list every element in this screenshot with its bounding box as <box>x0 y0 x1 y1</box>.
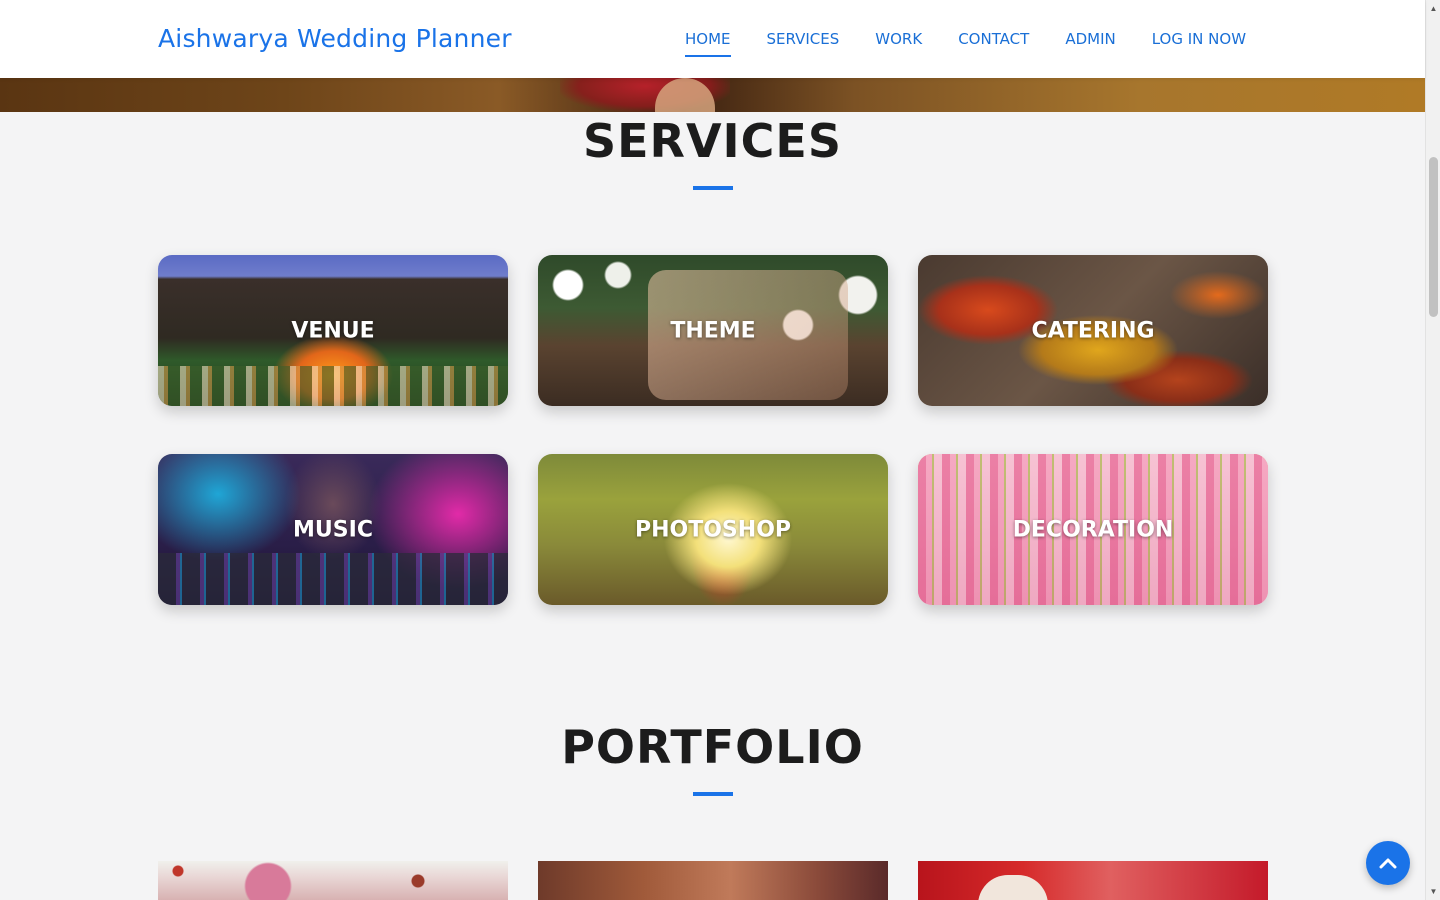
nav-services[interactable]: SERVICES <box>767 30 840 57</box>
service-card-label: PHOTOSHOP <box>634 517 792 542</box>
services-title-underline <box>693 186 733 190</box>
nav-home[interactable]: HOME <box>685 30 731 57</box>
service-card-photoshop[interactable]: PHOTOSHOP <box>538 454 888 605</box>
portfolio-title: PORTFOLIO <box>561 720 864 774</box>
nav-admin[interactable]: ADMIN <box>1065 30 1115 57</box>
service-card-label: VENUE <box>291 318 375 343</box>
service-card-label: THEME <box>670 318 756 343</box>
nav-work[interactable]: WORK <box>875 30 922 57</box>
service-card-label: MUSIC <box>293 517 373 542</box>
portfolio-item[interactable] <box>538 861 888 900</box>
arrow-up-icon[interactable]: ▲ <box>1426 0 1440 17</box>
service-card-venue[interactable]: VENUE <box>158 255 508 406</box>
service-card-music[interactable]: MUSIC <box>158 454 508 605</box>
service-card-catering[interactable]: CATERING <box>918 255 1268 406</box>
service-card-label: DECORATION <box>1012 517 1174 542</box>
nav-menu: HOME SERVICES WORK CONTACT ADMIN LOG IN … <box>685 30 1282 57</box>
service-card-decoration[interactable]: DECORATION <box>918 454 1268 605</box>
page-scrollbar[interactable]: ▲ ▼ <box>1425 0 1440 900</box>
navbar: Aishwarya Wedding Planner HOME SERVICES … <box>0 0 1425 78</box>
chevron-up-icon <box>1379 858 1397 869</box>
portfolio-item[interactable] <box>918 861 1268 900</box>
arrow-down-icon[interactable]: ▼ <box>1426 883 1440 900</box>
nav-login[interactable]: LOG IN NOW <box>1152 30 1246 57</box>
service-card-label: CATERING <box>1031 318 1155 343</box>
scrollbar-thumb[interactable] <box>1429 157 1438 317</box>
portfolio-title-underline <box>693 792 733 796</box>
brand-logo[interactable]: Aishwarya Wedding Planner <box>158 24 512 53</box>
service-card-theme[interactable]: THEME <box>538 255 888 406</box>
services-title: SERVICES <box>582 114 842 168</box>
portfolio-item[interactable] <box>158 861 508 900</box>
back-to-top-button[interactable] <box>1366 841 1410 885</box>
nav-contact[interactable]: CONTACT <box>958 30 1029 57</box>
